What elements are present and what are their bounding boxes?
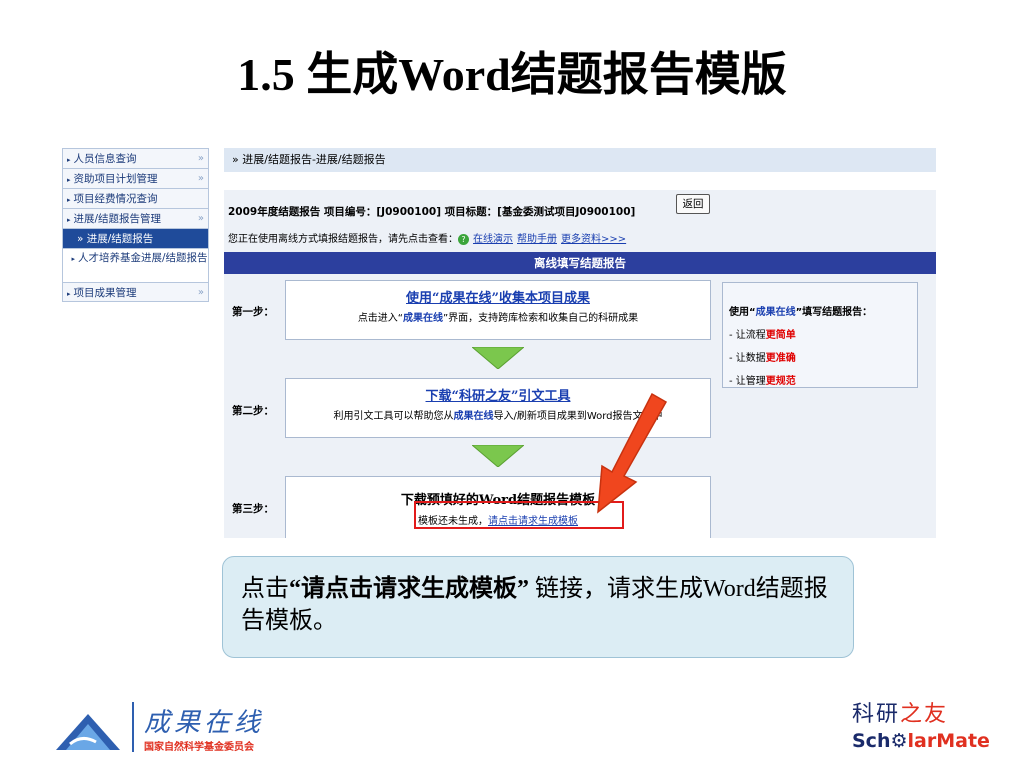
logo-title: 成果在线 bbox=[144, 708, 265, 738]
logo-scholarmate-cn-b: 之友 bbox=[900, 702, 949, 727]
benefit-prefix: - 让流程 bbox=[729, 330, 766, 341]
double-chevron-icon: » bbox=[232, 153, 239, 166]
report-summary: 2009年度结题报告 项目编号：[J0900100] 项目标题：[基金委测试项目… bbox=[228, 206, 636, 218]
gear-icon: ⚙ bbox=[890, 730, 908, 752]
online-demo-link[interactable]: 在线演示 bbox=[473, 234, 513, 245]
sidebar-item-label: 人员信息查询 bbox=[73, 153, 137, 165]
step-3-label: 第三步： bbox=[232, 503, 274, 515]
sidebar-item-funding-plan[interactable]: ▸ 资助项目计划管理 » bbox=[62, 168, 209, 188]
panel-header: 离线填写结题报告 bbox=[224, 252, 936, 274]
double-chevron-icon: » bbox=[197, 213, 204, 224]
help-icon: ? bbox=[458, 233, 469, 245]
report-info: 2009年度结题报告 项目编号：[J0900100] 项目标题：[基金委测试项目… bbox=[224, 190, 936, 252]
step-1-desc-prefix: 点击进入“ bbox=[357, 313, 403, 324]
sidebar-item-expenses[interactable]: ▸ 项目经费情况查询 bbox=[62, 188, 209, 208]
help-manual-link[interactable]: 帮助手册 bbox=[517, 234, 557, 245]
sidebar-item-talent-report[interactable]: ▸ 人才培养基金进展/结题报告 bbox=[62, 248, 209, 282]
step-2-desc-highlight: 成果在线 bbox=[453, 411, 494, 422]
breadcrumb-text: 进展/结题报告-进展/结题报告 bbox=[242, 153, 386, 166]
callout-prefix: 点击 bbox=[241, 576, 289, 602]
slide-title: 1.5 生成Word结题报告模版 bbox=[237, 49, 787, 100]
logo-subtitle: 国家自然科学基金委员会 bbox=[144, 742, 254, 753]
triangle-icon: ▸ bbox=[67, 255, 75, 263]
benefit-highlight: 更规范 bbox=[765, 376, 796, 387]
sidebar-item-label: 项目经费情况查询 bbox=[73, 193, 158, 205]
logo-scholarmate-cn: 科研之友 bbox=[852, 696, 1002, 728]
sidebar-item-progress-report[interactable]: » 进展/结题报告 bbox=[62, 228, 209, 248]
benefits-title-highlight: 成果在线 bbox=[755, 307, 796, 318]
benefits-title: 使用“成果在线”填写结题报告： bbox=[729, 303, 911, 318]
sidebar-item-label: 项目成果管理 bbox=[73, 287, 137, 299]
benefits-title-prefix: 使用“ bbox=[729, 307, 756, 318]
step-1-link[interactable]: 使用“成果在线”收集本项目成果 bbox=[286, 287, 710, 306]
red-arrow-icon bbox=[597, 392, 668, 514]
triangle-icon: ▸ bbox=[67, 176, 71, 184]
offline-notice-text: 您正在使用离线方式填报结题报告，请先点击查看： bbox=[228, 234, 458, 245]
triangle-icon: ▸ bbox=[67, 196, 71, 204]
step-1-desc-suffix: ”界面，支持跨库检索和收集自己的科研成果 bbox=[443, 313, 639, 324]
benefit-item: - 让数据更准确 bbox=[729, 349, 911, 364]
benefit-item: - 让流程更简单 bbox=[729, 326, 911, 341]
sidebar-item-report-management[interactable]: ▸ 进展/结题报告管理 » bbox=[62, 208, 209, 228]
app-screenshot: ▸ 人员信息查询 » ▸ 资助项目计划管理 » ▸ 项目经费情况查询 ▸ 进展/结题报告… bbox=[62, 142, 936, 538]
logo-scholarmate-en-b: larMate bbox=[907, 730, 990, 752]
double-chevron-icon: » bbox=[197, 153, 204, 164]
benefit-prefix: - 让管理 bbox=[729, 376, 766, 387]
sidebar-item-achievements[interactable]: ▸ 项目成果管理 » bbox=[62, 282, 209, 302]
logo-scholarmate-cn-a: 科研 bbox=[852, 702, 901, 727]
benefit-item: - 让管理更规范 bbox=[729, 372, 911, 387]
down-arrow-icon bbox=[472, 445, 524, 467]
logo-scholarmate-en: Sch⚙larMate bbox=[852, 730, 1002, 752]
sidebar-item-label: 资助项目计划管理 bbox=[73, 173, 158, 185]
offline-report-panel: 离线填写结题报告 第一步： 使用“成果在线”收集本项目成果 点击进入“成果在线”… bbox=[224, 252, 936, 538]
triangle-icon: ▸ bbox=[67, 290, 71, 298]
step-2-desc-prefix: 利用引文工具可以帮助您从 bbox=[333, 411, 454, 422]
logo-chengguo-online: 成果在线 国家自然科学基金委员会 bbox=[52, 700, 292, 758]
down-arrow-icon bbox=[472, 347, 524, 369]
back-button[interactable]: 返回 bbox=[676, 194, 710, 214]
benefit-highlight: 更简单 bbox=[765, 330, 796, 341]
logo-scholarmate: 科研之友 Sch⚙larMate bbox=[852, 696, 1002, 756]
sidebar-item-label: 进展/结题报告管理 bbox=[73, 213, 162, 225]
double-chevron-icon: » bbox=[197, 287, 204, 298]
step-1-desc-highlight: 成果在线 bbox=[403, 313, 443, 324]
offline-notice: 您正在使用离线方式填报结题报告，请先点击查看：? 在线演示 帮助手册 更多资料>>> bbox=[228, 230, 626, 245]
sidebar: ▸ 人员信息查询 » ▸ 资助项目计划管理 » ▸ 项目经费情况查询 ▸ 进展/结题报告… bbox=[62, 148, 209, 302]
breadcrumb: » 进展/结题报告-进展/结题报告 bbox=[224, 148, 936, 172]
benefits-box: 使用“成果在线”填写结题报告： - 让流程更简单 - 让数据更准确 - 让管理更… bbox=[722, 282, 918, 388]
benefit-prefix: - 让数据 bbox=[729, 353, 766, 364]
step-1-label: 第一步： bbox=[232, 306, 274, 318]
double-chevron-icon: » bbox=[197, 173, 204, 184]
sidebar-item-label: 进展/结题报告 bbox=[86, 233, 154, 245]
benefit-highlight: 更准确 bbox=[765, 353, 796, 364]
callout-bold: “请点击请求生成模板” bbox=[289, 576, 529, 602]
triangle-icon: ▸ bbox=[67, 216, 71, 224]
double-chevron-icon: » bbox=[77, 233, 87, 245]
instruction-callout: 点击“请点击请求生成模板” 链接，请求生成Word结题报告模板。 bbox=[222, 556, 854, 658]
step-1-box: 使用“成果在线”收集本项目成果 点击进入“成果在线”界面，支持跨库检索和收集自己… bbox=[285, 280, 711, 340]
sidebar-item-label: 人才培养基金进展/结题报告 bbox=[77, 252, 208, 264]
sidebar-item-personnel[interactable]: ▸ 人员信息查询 » bbox=[62, 148, 209, 168]
more-info-link[interactable]: 更多资料>>> bbox=[561, 234, 626, 245]
triangle-icon: ▸ bbox=[67, 156, 71, 164]
logo-divider bbox=[132, 702, 134, 752]
step-2-label: 第二步： bbox=[232, 405, 274, 417]
benefits-title-suffix: ”填写结题报告： bbox=[795, 307, 873, 318]
logo-scholarmate-en-a: Sch bbox=[852, 730, 891, 752]
mountain-logo-icon bbox=[56, 714, 120, 750]
step-1-desc: 点击进入“成果在线”界面，支持跨库检索和收集自己的科研成果 bbox=[286, 309, 710, 324]
